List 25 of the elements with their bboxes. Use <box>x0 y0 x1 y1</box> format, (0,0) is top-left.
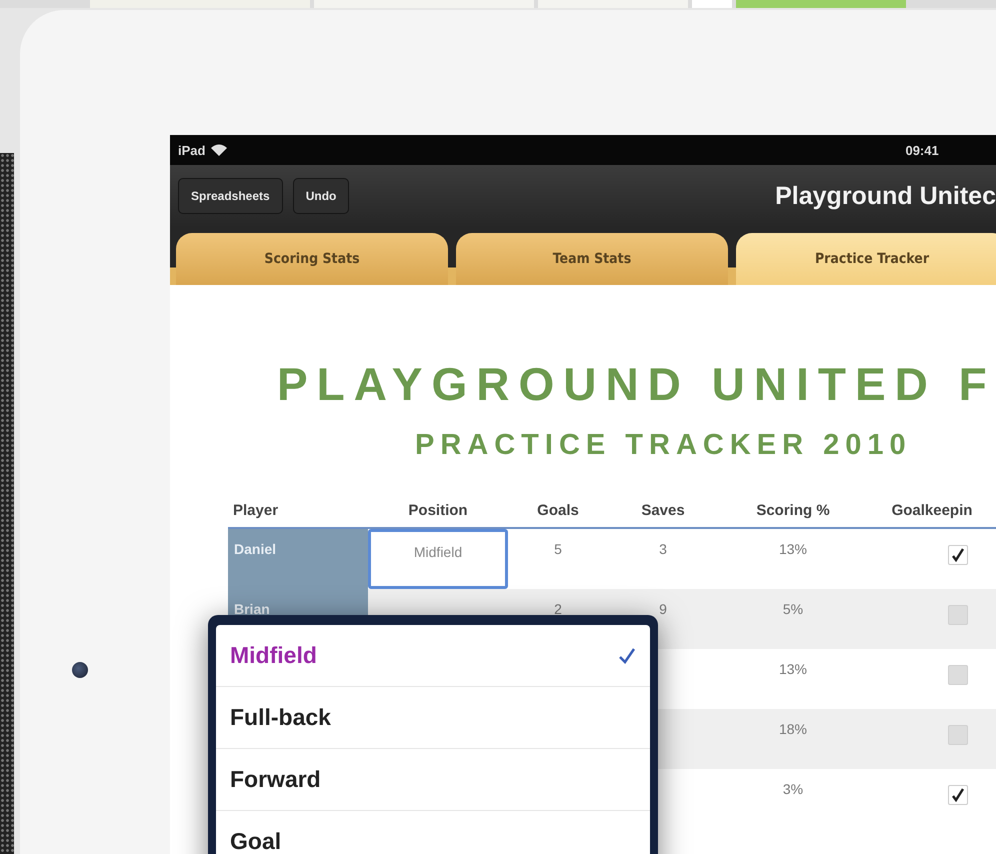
checkbox[interactable] <box>948 665 968 685</box>
popover-option[interactable]: Forward <box>216 749 650 811</box>
sheet-tab[interactable]: Team Stats <box>456 233 728 285</box>
popover-option[interactable]: Goal <box>216 811 650 854</box>
camera-icon <box>72 662 88 678</box>
toolbar-button[interactable]: Undo <box>292 178 350 214</box>
checkbox[interactable] <box>948 785 968 805</box>
checkbox[interactable] <box>948 605 968 625</box>
sheet-tab[interactable]: Practice Tracker <box>736 233 996 285</box>
sheet-tab[interactable]: Scoring Stats <box>176 233 448 285</box>
checkbox[interactable] <box>948 725 968 745</box>
popover-option[interactable]: Full-back <box>216 687 650 749</box>
popover-option[interactable]: Midfield <box>216 625 650 687</box>
checkbox[interactable] <box>948 545 968 565</box>
table-cell: 18% <box>718 709 868 769</box>
sheet-title: PLAYGROUND UNITED F <box>276 357 996 411</box>
table-cell: 5% <box>718 589 868 649</box>
status-time: 09:41 <box>905 142 939 158</box>
sheet-subtitle: PRACTICE TRACKER 2010 <box>414 429 913 462</box>
toolbar-title: Playground Unitec <box>775 182 996 210</box>
device-label: iPad <box>178 142 206 158</box>
position-cell[interactable]: Midfield <box>368 529 508 589</box>
checkmark-icon <box>618 646 636 664</box>
toolbar-button[interactable]: Spreadsheets <box>178 178 283 214</box>
wifi-icon <box>211 144 228 156</box>
